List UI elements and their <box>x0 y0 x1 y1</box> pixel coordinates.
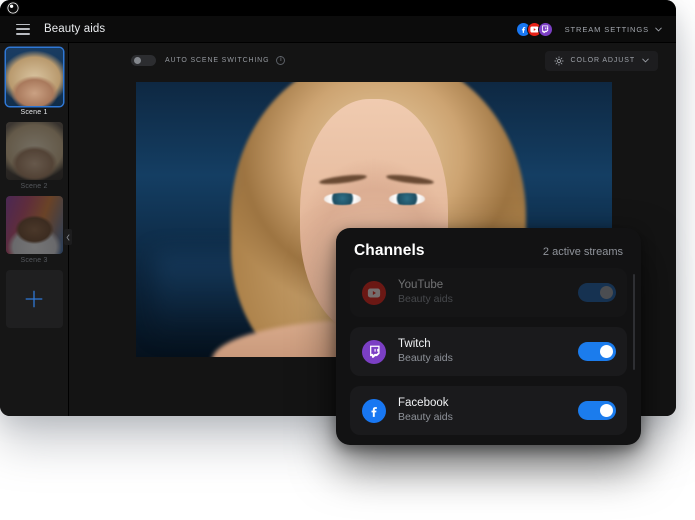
chevron-down-icon <box>642 58 649 63</box>
connected-platforms-cluster <box>515 21 553 37</box>
scenes-sidebar: Scene 1 Scene 2 Scene 3 <box>0 43 72 416</box>
twitch-icon <box>362 339 386 364</box>
sidebar-collapse-handle[interactable] <box>64 229 72 245</box>
channel-stream-title: Beauty aids <box>398 411 453 424</box>
brightness-icon <box>553 55 564 66</box>
stream-settings-button[interactable]: STREAM SETTINGS <box>565 25 662 34</box>
channel-text-group: Facebook Beauty aids <box>398 396 453 424</box>
info-icon[interactable]: i <box>276 56 286 65</box>
channel-text-group: YouTube Beauty aids <box>398 278 453 306</box>
scene-thumbnail <box>5 48 63 106</box>
top-bar: Beauty aids STREAM SETTINGS <box>0 16 676 43</box>
scene-label: Scene 1 <box>20 109 48 116</box>
auto-scene-switching-label: AUTO SCENE SWITCHING <box>165 57 270 64</box>
channels-title: Channels <box>354 242 425 259</box>
sidebar-item-scene-3[interactable]: Scene 3 <box>5 196 63 264</box>
top-bar-right-group: STREAM SETTINGS <box>515 21 662 37</box>
hamburger-menu-icon[interactable] <box>16 23 30 35</box>
channels-panel-header: Channels 2 active streams <box>336 228 641 268</box>
channel-row-facebook[interactable]: Facebook Beauty aids <box>350 386 627 435</box>
color-adjust-button[interactable]: COLOR ADJUST <box>544 50 658 71</box>
video-subject-detail <box>389 193 426 205</box>
channel-row-youtube[interactable]: YouTube Beauty aids <box>350 268 627 317</box>
scene-label: Scene 3 <box>20 257 48 264</box>
chevron-down-icon <box>655 27 662 32</box>
add-scene-button[interactable] <box>5 270 63 328</box>
channels-scrollbar[interactable] <box>632 274 635 370</box>
channel-toggle-youtube[interactable] <box>578 283 616 302</box>
window-titlebar <box>0 0 676 16</box>
channel-platform-name: Facebook <box>398 397 449 410</box>
preview-toolbar: AUTO SCENE SWITCHING i COLOR ADJUST <box>69 43 676 78</box>
channel-row-twitch[interactable]: Twitch Beauty aids <box>350 327 627 376</box>
youtube-icon <box>362 280 386 305</box>
channel-stream-title: Beauty aids <box>398 293 453 306</box>
channel-platform-name: Twitch <box>398 338 431 351</box>
sidebar-item-scene-1[interactable]: Scene 1 <box>5 48 63 116</box>
scene-thumbnail <box>5 196 63 254</box>
video-subject-detail <box>324 193 361 205</box>
channel-platform-name: YouTube <box>398 279 444 292</box>
channel-toggle-facebook[interactable] <box>578 401 616 420</box>
active-streams-count: 2 active streams <box>542 246 623 258</box>
channel-toggle-twitch[interactable] <box>578 342 616 361</box>
screenshot-stage: Beauty aids STREAM SETTINGS Scene 1 Scen… <box>0 0 695 520</box>
sidebar-item-scene-2[interactable]: Scene 2 <box>5 122 63 190</box>
page-title: Beauty aids <box>44 23 106 35</box>
scene-thumbnail <box>5 122 63 180</box>
restream-logo-icon[interactable] <box>6 1 20 15</box>
channel-text-group: Twitch Beauty aids <box>398 337 453 365</box>
scene-label: Scene 2 <box>20 183 48 190</box>
facebook-icon <box>362 398 386 423</box>
stream-settings-label: STREAM SETTINGS <box>564 24 649 34</box>
auto-scene-switching-toggle[interactable] <box>131 55 156 66</box>
plus-icon <box>25 290 43 308</box>
color-adjust-label: COLOR ADJUST <box>570 57 635 64</box>
channels-panel: Channels 2 active streams YouTube Beauty… <box>336 228 641 445</box>
channel-stream-title: Beauty aids <box>398 352 453 365</box>
chevron-left-icon <box>66 233 70 241</box>
channels-list: YouTube Beauty aids Twitch Beauty aids F… <box>336 268 641 440</box>
twitch-icon[interactable] <box>537 21 553 37</box>
